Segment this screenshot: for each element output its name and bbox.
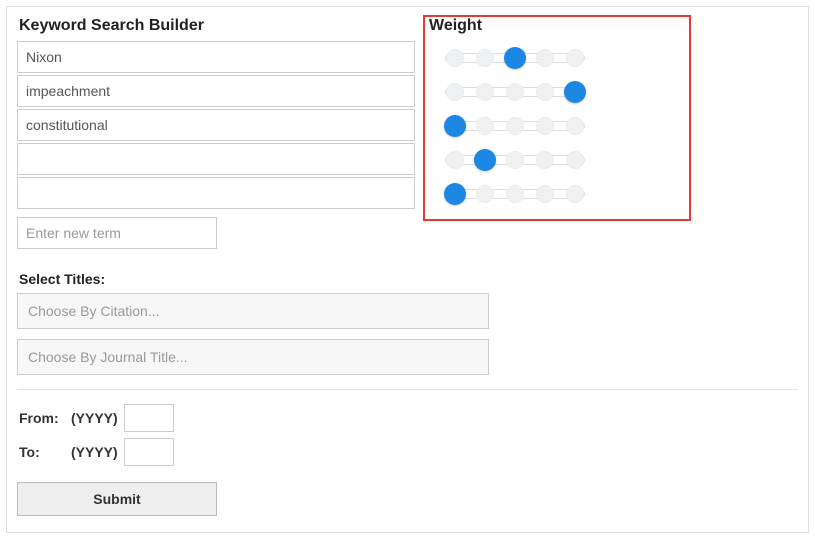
weight-cell — [415, 143, 585, 177]
to-year-input[interactable] — [124, 438, 174, 466]
weight-slider[interactable] — [445, 48, 585, 68]
slider-step[interactable] — [506, 185, 524, 203]
weight-slider[interactable] — [445, 82, 585, 102]
slider-step[interactable] — [476, 49, 494, 67]
slider-step[interactable] — [446, 83, 464, 101]
slider-step[interactable] — [536, 185, 554, 203]
slider-step[interactable] — [536, 83, 554, 101]
slider-step[interactable] — [506, 117, 524, 135]
from-year-input[interactable] — [124, 404, 174, 432]
slider-handle[interactable] — [444, 115, 466, 137]
to-label: To: — [19, 444, 63, 460]
slider-handle[interactable] — [474, 149, 496, 171]
column-headers: Keyword Search Builder Weight — [17, 17, 798, 35]
term-row — [17, 41, 798, 75]
slider-step[interactable] — [566, 49, 584, 67]
slider-step[interactable] — [566, 151, 584, 169]
term-input[interactable] — [17, 75, 415, 107]
slider-step[interactable] — [476, 83, 494, 101]
term-input[interactable] — [17, 41, 415, 73]
slider-step[interactable] — [506, 83, 524, 101]
divider — [17, 389, 798, 390]
date-from-row: From: (YYYY) — [17, 404, 798, 432]
weight-cell — [415, 177, 585, 211]
term-input[interactable] — [17, 109, 415, 141]
weight-slider[interactable] — [445, 116, 585, 136]
header-weight: Weight — [425, 17, 482, 35]
date-to-row: To: (YYYY) — [17, 438, 798, 466]
choose-by-journal-title-input[interactable] — [17, 339, 489, 375]
to-hint: (YYYY) — [71, 444, 118, 460]
slider-handle[interactable] — [444, 183, 466, 205]
term-row — [17, 177, 798, 211]
from-hint: (YYYY) — [71, 410, 118, 426]
weight-cell — [415, 41, 585, 75]
slider-step[interactable] — [506, 151, 524, 169]
slider-step[interactable] — [446, 49, 464, 67]
weight-cell — [415, 109, 585, 143]
slider-handle[interactable] — [504, 47, 526, 69]
term-row — [17, 75, 798, 109]
weight-slider[interactable] — [445, 184, 585, 204]
weight-cell — [415, 75, 585, 109]
choose-by-citation-input[interactable] — [17, 293, 489, 329]
slider-step[interactable] — [476, 117, 494, 135]
slider-handle[interactable] — [564, 81, 586, 103]
term-row — [17, 109, 798, 143]
new-term-input[interactable] — [17, 217, 217, 249]
term-input[interactable] — [17, 177, 415, 209]
from-label: From: — [19, 410, 63, 426]
select-titles-label: Select Titles: — [17, 271, 798, 287]
slider-step[interactable] — [566, 185, 584, 203]
slider-step[interactable] — [536, 151, 554, 169]
submit-button[interactable]: Submit — [17, 482, 217, 516]
term-rows — [17, 41, 798, 211]
header-keyword-builder: Keyword Search Builder — [17, 17, 425, 35]
slider-step[interactable] — [566, 117, 584, 135]
slider-step[interactable] — [446, 151, 464, 169]
term-input[interactable] — [17, 143, 415, 175]
weight-slider[interactable] — [445, 150, 585, 170]
slider-step[interactable] — [536, 117, 554, 135]
search-builder-panel: Keyword Search Builder Weight Select Tit… — [6, 6, 809, 533]
slider-step[interactable] — [536, 49, 554, 67]
slider-step[interactable] — [476, 185, 494, 203]
term-row — [17, 143, 798, 177]
